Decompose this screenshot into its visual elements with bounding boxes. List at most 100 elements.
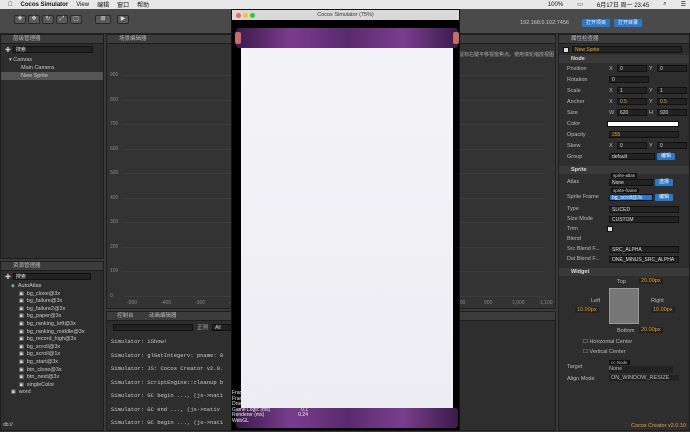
prop-input[interactable]: 620 bbox=[617, 109, 647, 116]
scroll-cap-left bbox=[235, 32, 241, 44]
horizontal-center-toggle[interactable]: ☐ Horizontal Center bbox=[583, 339, 632, 345]
align-mode-select[interactable]: ON_WINDOW_RESIZE bbox=[609, 375, 679, 381]
tree-item-main-camera[interactable]: Main Camera bbox=[1, 64, 103, 72]
scroll-top-rod bbox=[236, 28, 458, 48]
image-icon: ▣ bbox=[19, 366, 24, 373]
asset-item[interactable]: ▣ btn_next@3x bbox=[1, 374, 103, 382]
asset-item[interactable]: ▣ bg_ranking_left@3x bbox=[1, 321, 103, 329]
tree-item-new-sprite[interactable]: New Sprite bbox=[1, 72, 103, 80]
prop-input[interactable]: ONE_MINUS_SRC_ALPHA bbox=[609, 255, 679, 263]
asset-item[interactable]: ▣ singleColor bbox=[1, 382, 103, 390]
widget-right-label: Right bbox=[651, 298, 664, 304]
search-icon[interactable]: ⌕ bbox=[663, 1, 666, 8]
prop-row: Size W 620 H 920 bbox=[559, 107, 689, 118]
tab-console[interactable]: 控制台 bbox=[117, 313, 134, 319]
tab-animation[interactable]: 动画编辑器 bbox=[149, 313, 177, 319]
open-editor-button[interactable]: 打开目录 bbox=[614, 19, 642, 27]
widget-target-input[interactable]: None bbox=[609, 366, 673, 373]
prop-label: Size Mode bbox=[567, 216, 593, 222]
console-filter-input[interactable] bbox=[113, 323, 193, 331]
menu-list-icon[interactable]: ☰ bbox=[681, 1, 686, 8]
play-icon[interactable]: ▶ bbox=[117, 15, 129, 24]
tree-item-canvas[interactable]: ▾ Canvas bbox=[1, 56, 103, 64]
image-icon: ▣ bbox=[19, 336, 24, 343]
asset-item[interactable]: ▣ bg_scroll@3x bbox=[1, 344, 103, 352]
asset-item[interactable]: ▣ bg_failure2@3x bbox=[1, 306, 103, 314]
assets-search-input[interactable]: 搜索 bbox=[12, 273, 91, 280]
prop-label: Blend bbox=[567, 236, 582, 242]
battery-percent[interactable]: 100% bbox=[548, 2, 563, 8]
image-icon: ▣ bbox=[19, 343, 24, 350]
regex-label: 正则 bbox=[197, 325, 209, 331]
prop-input[interactable]: SRC_ALPHA bbox=[609, 245, 679, 253]
menu-view[interactable]: View bbox=[76, 2, 89, 8]
asset-item[interactable]: ▣ bg_record_high@3x bbox=[1, 336, 103, 344]
zoom-window-icon[interactable] bbox=[250, 13, 255, 18]
y-tick-label: 500 bbox=[110, 170, 119, 176]
move-tool-icon[interactable]: ✥ bbox=[28, 15, 40, 24]
minimize-window-icon[interactable] bbox=[243, 13, 248, 18]
add-tool-icon[interactable]: ✚ bbox=[14, 15, 26, 24]
prop-input[interactable]: bg_scroll@3x bbox=[609, 193, 653, 201]
widget-left-input[interactable]: 10.00px bbox=[575, 307, 599, 313]
prop-input[interactable]: 255 bbox=[609, 131, 679, 138]
prop-action-button[interactable]: 编辑 bbox=[655, 193, 673, 201]
node-name-input[interactable]: New Sprite bbox=[572, 46, 682, 53]
node-active-checkbox[interactable] bbox=[563, 46, 569, 53]
asset-item[interactable]: ▣ bg_close@3x bbox=[1, 291, 103, 299]
widget-section-header[interactable]: Widget bbox=[559, 268, 689, 276]
prop-input[interactable]: None bbox=[609, 178, 653, 186]
prop-input[interactable]: 0 bbox=[617, 65, 647, 72]
prop-input[interactable]: 0 bbox=[657, 142, 687, 149]
menu-window[interactable]: 窗口 bbox=[117, 0, 129, 9]
local-mode-button[interactable]: ⊞ bbox=[95, 15, 111, 24]
prop-input[interactable]: 1 bbox=[657, 87, 687, 94]
prop-value-wrap: ONE_MINUS_SRC_ALPHA bbox=[609, 255, 679, 263]
asset-item[interactable]: ▣ bg_start@3x bbox=[1, 359, 103, 367]
scale-tool-icon[interactable]: ⤢ bbox=[56, 15, 68, 24]
asset-item[interactable]: ▣ bg_scroll@1x bbox=[1, 351, 103, 359]
menubar-date[interactable]: 6月17日 周一 23:45 bbox=[597, 0, 649, 9]
add-asset-icon[interactable]: ✚ bbox=[5, 273, 11, 281]
node-section-header[interactable]: Node bbox=[559, 55, 689, 63]
widget-bottom-input[interactable]: 20.00px bbox=[639, 327, 663, 333]
asset-item[interactable]: ▣ bg_ranking_middle@3x bbox=[1, 329, 103, 337]
menu-edit[interactable]: 编辑 bbox=[97, 0, 109, 9]
prop-input[interactable]: CUSTOM bbox=[609, 215, 679, 223]
asset-item[interactable]: ▣ bg_failure@3x bbox=[1, 298, 103, 306]
edit-group-button[interactable]: 编辑 bbox=[657, 153, 675, 160]
asset-label: bg_record_high@3x bbox=[26, 336, 77, 343]
prop-input[interactable]: 0 bbox=[609, 76, 649, 83]
menu-app[interactable]: Cocos Simulator bbox=[21, 2, 69, 8]
asset-item[interactable]: ▣ word bbox=[1, 389, 103, 397]
trim-checkbox[interactable] bbox=[607, 226, 613, 232]
prop-input[interactable]: SLICED bbox=[609, 205, 679, 213]
asset-item[interactable]: ▣ bg_paper@3x bbox=[1, 313, 103, 321]
menu-help[interactable]: 帮助 bbox=[137, 0, 149, 9]
vertical-center-toggle[interactable]: ☐ Vertical Center bbox=[583, 349, 626, 355]
hierarchy-search-input[interactable]: 搜索 bbox=[12, 46, 93, 53]
color-swatch[interactable] bbox=[607, 120, 679, 127]
prop-input[interactable]: default bbox=[609, 153, 655, 160]
prop-input[interactable]: 0.5 bbox=[657, 98, 687, 105]
widget-diagram[interactable] bbox=[609, 288, 639, 324]
rotate-tool-icon[interactable]: ↻ bbox=[42, 15, 54, 24]
widget-bottom-label: Bottom bbox=[617, 328, 635, 334]
prop-input[interactable]: 1 bbox=[617, 87, 647, 94]
prop-action-button[interactable]: 选择 bbox=[655, 178, 673, 186]
prop-input[interactable]: 0.5 bbox=[617, 98, 647, 105]
open-project-button[interactable]: 打开项目 bbox=[582, 19, 610, 27]
close-window-icon[interactable] bbox=[236, 13, 241, 18]
rect-tool-icon[interactable]: ▢ bbox=[70, 15, 82, 24]
log-level-select[interactable]: All bbox=[212, 323, 233, 331]
asset-item[interactable]: ◆ AutoAtlas bbox=[1, 283, 103, 291]
add-node-icon[interactable]: ✚ bbox=[5, 46, 11, 54]
widget-top-input[interactable]: 20.00px bbox=[639, 278, 663, 284]
apple-icon[interactable]:  bbox=[8, 2, 13, 8]
battery-icon[interactable]: ▭ bbox=[577, 1, 583, 8]
asset-item[interactable]: ▣ btn_close@3x bbox=[1, 367, 103, 375]
prop-input[interactable]: 0 bbox=[657, 65, 687, 72]
widget-right-input[interactable]: 10.00px bbox=[651, 307, 675, 313]
prop-input[interactable]: 0 bbox=[617, 142, 647, 149]
prop-input[interactable]: 920 bbox=[657, 109, 687, 116]
